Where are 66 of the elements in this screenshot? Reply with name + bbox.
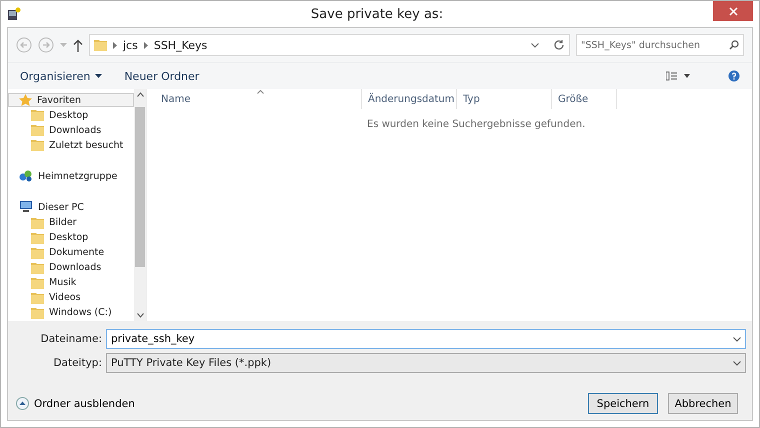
sidebar-item[interactable]: Downloads xyxy=(8,260,134,275)
sidebar-item[interactable]: Desktop xyxy=(8,108,134,122)
sidebar-item[interactable]: Dieser PC xyxy=(8,200,134,214)
dropdown-icon[interactable] xyxy=(531,42,539,48)
scroll-down-icon[interactable] xyxy=(136,313,144,318)
chevron-icon xyxy=(113,42,117,48)
sidebar-item[interactable]: Dokumente xyxy=(8,246,134,260)
chevron-icon xyxy=(144,42,148,48)
address-bar[interactable]: jcs SSH_Keys xyxy=(89,34,570,56)
sidebar-item[interactable]: Desktop xyxy=(8,230,134,245)
column-header[interactable]: Größe xyxy=(552,89,617,109)
file-name-label: Dateiname: xyxy=(40,333,102,345)
breadcrumb[interactable]: jcs xyxy=(123,38,138,52)
computer-icon xyxy=(19,201,33,214)
sidebar-item[interactable]: Bilder xyxy=(8,215,134,230)
search-field[interactable]: "SSH_Keys" durchsuchen xyxy=(576,34,744,56)
collapse-icon xyxy=(16,397,29,410)
help-icon[interactable] xyxy=(728,70,740,82)
network-icon xyxy=(19,170,33,182)
hide-folders-button[interactable]: Ordner ausblenden xyxy=(16,397,135,410)
folder-icon xyxy=(31,246,44,259)
sidebar-item[interactable]: Heimnetzgruppe xyxy=(8,169,134,184)
close-button[interactable] xyxy=(713,1,753,21)
file-name-combobox[interactable]: private_ssh_key xyxy=(106,329,746,349)
empty-message: Es wurden keine Suchergebnisse gefunden. xyxy=(367,119,586,130)
folder-icon xyxy=(31,276,44,289)
folder-icon xyxy=(31,216,44,228)
file-type-label: Dateityp: xyxy=(52,357,102,369)
folder-icon xyxy=(31,232,44,244)
star-icon xyxy=(19,94,32,106)
window-title: Save private key as: xyxy=(310,6,444,22)
chevron-down-icon[interactable] xyxy=(733,360,741,366)
new-folder-button[interactable]: Neuer Ordner xyxy=(124,68,200,84)
search-icon xyxy=(729,40,739,50)
cancel-button[interactable]: Abbrechen xyxy=(668,393,738,414)
sidebar-item[interactable]: Windows (C:) xyxy=(8,306,134,320)
folder-icon xyxy=(31,306,44,319)
folder-icon xyxy=(31,139,44,152)
folder-icon xyxy=(31,262,44,274)
chevron-down-icon[interactable] xyxy=(733,336,741,342)
refresh-icon[interactable] xyxy=(553,39,565,51)
folder-icon xyxy=(94,39,107,51)
sidebar-item[interactable]: Favoriten xyxy=(8,93,134,108)
column-header[interactable]: Typ xyxy=(457,89,552,109)
up-button[interactable] xyxy=(73,38,83,52)
folder-icon xyxy=(31,124,44,136)
scroll-up-icon[interactable] xyxy=(136,92,144,97)
column-header[interactable]: Änderungsdatum xyxy=(362,89,457,109)
sidebar-item[interactable]: Zuletzt besucht xyxy=(8,138,134,152)
sidebar-item[interactable]: Downloads xyxy=(8,123,134,138)
view-options-button[interactable] xyxy=(666,71,692,81)
sidebar-item[interactable]: Videos xyxy=(8,290,134,305)
organize-menu[interactable]: Organisieren xyxy=(20,68,102,84)
breadcrumb[interactable]: SSH_Keys xyxy=(154,38,208,52)
sidebar-item[interactable]: Musik xyxy=(8,276,134,290)
app-icon xyxy=(7,7,21,21)
folder-icon xyxy=(31,292,44,304)
file-name-input[interactable]: private_ssh_key xyxy=(111,333,733,345)
folder-icon xyxy=(31,109,44,122)
save-button[interactable]: Speichern xyxy=(588,393,658,414)
column-header[interactable]: Name xyxy=(147,89,362,109)
close-icon xyxy=(728,6,738,16)
file-type-dropdown[interactable]: PuTTY Private Key Files (*.ppk) xyxy=(106,353,746,373)
search-input[interactable]: "SSH_Keys" durchsuchen xyxy=(581,40,729,50)
scrollbar[interactable] xyxy=(134,89,146,321)
caret-icon xyxy=(95,74,102,78)
